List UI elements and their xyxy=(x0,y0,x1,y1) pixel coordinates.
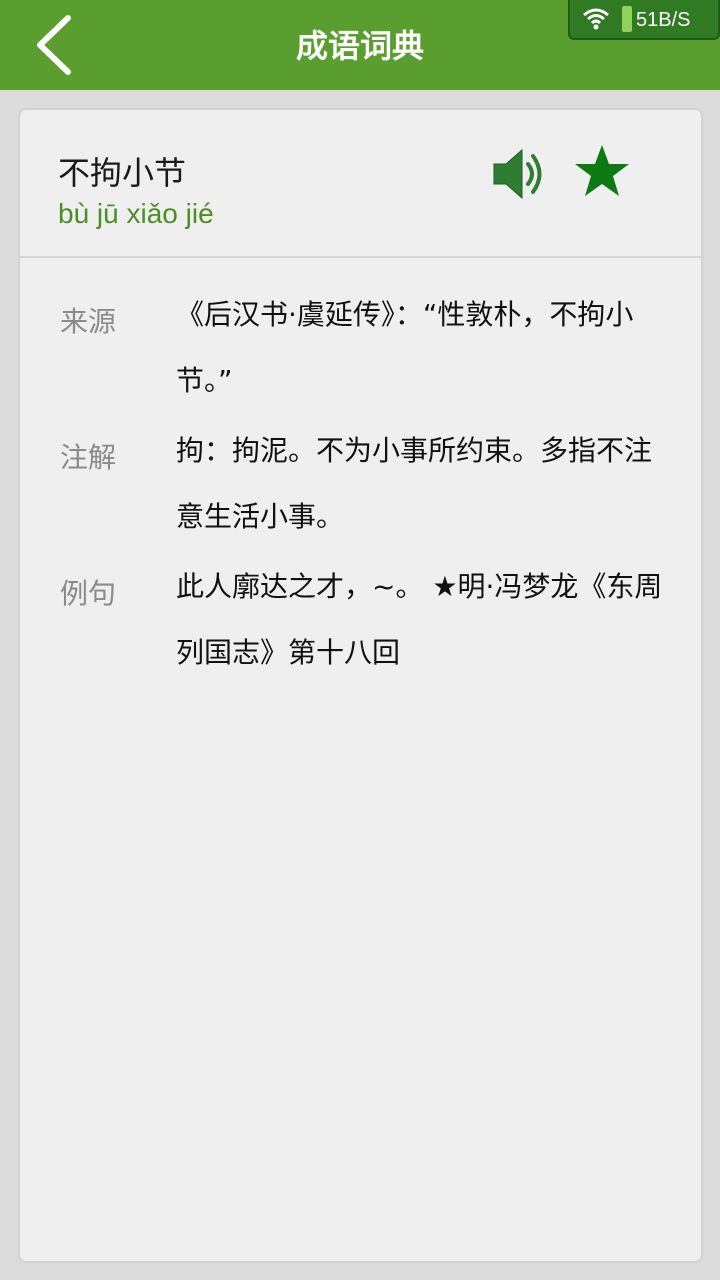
source-label: 来源 xyxy=(60,305,117,338)
battery-icon xyxy=(622,6,632,32)
star-icon xyxy=(575,145,629,196)
idiom-word: 不拘小节 xyxy=(58,154,187,192)
annotation-label: 注解 xyxy=(60,441,117,474)
status-indicator: 51B/S xyxy=(568,0,720,40)
source-text: 《后汉书·虞延传》：“性敦朴，不拘小节。” xyxy=(176,298,634,397)
network-speed: 51B/S xyxy=(636,9,691,31)
example-text: 此人廓达之才，~。 ★明·冯梦龙《东周列国志》第十八回 xyxy=(176,570,663,669)
favorite-button[interactable] xyxy=(572,142,632,202)
wifi-icon xyxy=(583,8,609,30)
speaker-icon xyxy=(493,148,542,200)
idiom-card: 不拘小节 bù jū xiǎo jié 来源 《后汉书·虞延传》：“性敦朴，不拘… xyxy=(18,108,703,1263)
idiom-pinyin: bù jū xiǎo jié xyxy=(58,198,214,229)
app-header: 成语词典 51B/S xyxy=(0,0,720,90)
divider xyxy=(20,256,701,258)
annotation-text: 拘：拘泥。不为小事所约束。多指不注意生活小事。 xyxy=(176,434,653,533)
example-label: 例句 xyxy=(60,577,117,610)
speaker-button[interactable] xyxy=(490,146,550,202)
